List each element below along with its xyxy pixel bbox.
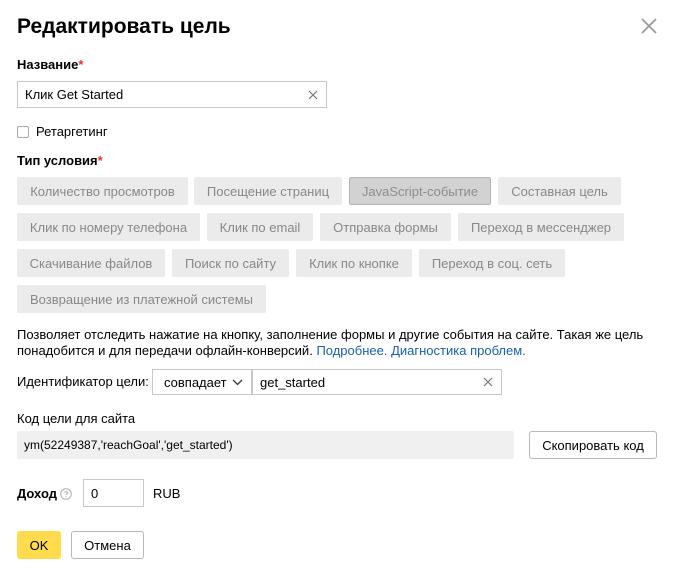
identifier-input-value: get_started [260, 374, 326, 390]
name-input-value: Клик Get Started [25, 87, 124, 102]
match-type-value: совпадает [164, 374, 227, 390]
condition-payment-return[interactable]: Возвращение из платежной системы [17, 285, 266, 313]
condition-phone-click[interactable]: Клик по номеру телефона [17, 213, 200, 241]
condition-social-network[interactable]: Переход в соц. сеть [419, 249, 565, 277]
required-mark: * [78, 57, 84, 72]
condition-messenger[interactable]: Переход в мессенджер [458, 213, 624, 241]
help-icon[interactable] [60, 488, 72, 500]
dialog-title: Редактировать цель [17, 15, 231, 38]
clear-icon[interactable] [307, 89, 319, 101]
currency-label: RUB [153, 486, 181, 501]
required-mark: * [97, 153, 103, 168]
close-icon[interactable] [638, 15, 660, 37]
condition-file-download[interactable]: Скачивание файлов [17, 249, 165, 277]
edit-goal-dialog: Редактировать цель Название* Клик Get St… [0, 0, 676, 575]
more-link[interactable]: Подробнее. [316, 343, 387, 358]
chevron-down-icon [232, 379, 243, 385]
identifier-label: Идентификатор цели: [17, 374, 149, 389]
code-label: Код цели для сайта [17, 411, 136, 426]
condition-composite-goal[interactable]: Составная цель [498, 177, 621, 205]
condition-button-click[interactable]: Клик по кнопке [296, 249, 412, 277]
name-input[interactable]: Клик Get Started [17, 81, 327, 108]
condition-form-submit[interactable]: Отправка формы [320, 213, 451, 241]
condition-site-search[interactable]: Поиск по сайту [172, 249, 289, 277]
condition-page-visits[interactable]: Посещение страниц [194, 177, 342, 205]
ok-button[interactable]: OK [17, 531, 61, 559]
income-label: Доход [17, 486, 72, 501]
condition-views[interactable]: Количество просмотров [17, 177, 188, 205]
cancel-button[interactable]: Отмена [71, 531, 144, 559]
diagnostics-link[interactable]: Диагностика проблем. [391, 343, 526, 358]
copy-code-button[interactable]: Скопировать код [529, 431, 657, 459]
income-input[interactable]: 0 [83, 479, 144, 507]
retargeting-row[interactable]: Ретаргетинг [17, 124, 108, 139]
condition-javascript-event[interactable]: JavaScript-событие [349, 177, 491, 205]
clear-icon[interactable] [482, 376, 494, 388]
condition-description: Позволяет отследить нажатие на кнопку, з… [17, 327, 667, 359]
income-input-value: 0 [91, 485, 99, 501]
code-snippet: ym(52249387,'reachGoal','get_started') [17, 431, 514, 459]
retargeting-label: Ретаргетинг [36, 124, 108, 139]
identifier-input[interactable]: get_started [252, 369, 502, 395]
match-type-select[interactable]: совпадает [152, 369, 252, 395]
name-label: Название* [17, 57, 84, 72]
retargeting-checkbox[interactable] [17, 125, 29, 138]
condition-email-click[interactable]: Клик по email [207, 213, 313, 241]
condition-type-label: Тип условия* [17, 153, 103, 168]
